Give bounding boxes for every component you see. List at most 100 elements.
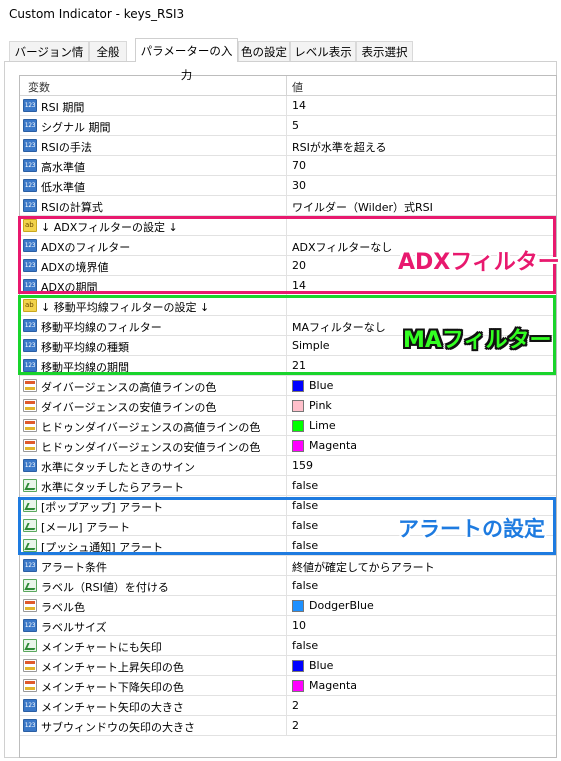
- color-swatch[interactable]: [292, 440, 304, 452]
- parameter-value[interactable]: Blue: [309, 379, 333, 392]
- tab-colors[interactable]: 色の設定: [238, 41, 290, 61]
- parameter-row[interactable]: ヒドゥンダイバージェンスの安値ラインの色 Magenta: [20, 436, 556, 456]
- parameter-value[interactable]: 10: [292, 619, 306, 632]
- parameter-row[interactable]: 高水準値 70: [20, 156, 556, 176]
- bool-icon: [23, 479, 37, 492]
- parameter-value[interactable]: false: [292, 479, 318, 492]
- parameter-name: ラベルサイズ: [41, 621, 107, 634]
- int-icon: [23, 459, 37, 472]
- color-icon: [23, 659, 37, 672]
- int-icon: [23, 699, 37, 712]
- parameter-value[interactable]: false: [292, 639, 318, 652]
- parameter-value[interactable]: DodgerBlue: [309, 599, 374, 612]
- header-value: 値: [292, 81, 303, 94]
- title-bar: Custom Indicator - keys_RSI3: [0, 0, 561, 32]
- parameter-row[interactable]: ラベルサイズ 10: [20, 616, 556, 636]
- int-icon: [23, 619, 37, 632]
- parameter-value[interactable]: 2: [292, 699, 299, 712]
- parameter-name: メインチャートにも矢印: [41, 641, 162, 654]
- color-swatch[interactable]: [292, 400, 304, 412]
- parameter-name: RSIの計算式: [41, 201, 103, 214]
- parameter-name: RSI 期間: [41, 101, 85, 114]
- parameter-row[interactable]: ダイバージェンスの高値ラインの色 Blue: [20, 376, 556, 396]
- bool-icon: [23, 579, 37, 592]
- color-icon: [23, 679, 37, 692]
- parameter-name: ラベル色: [41, 601, 85, 614]
- parameter-row[interactable]: 水準にタッチしたときのサイン 159: [20, 456, 556, 476]
- color-swatch[interactable]: [292, 420, 304, 432]
- int-icon: [23, 139, 37, 152]
- color-swatch[interactable]: [292, 600, 304, 612]
- parameter-row[interactable]: 水準にタッチしたらアラート false: [20, 476, 556, 496]
- parameter-value[interactable]: 14: [292, 99, 306, 112]
- parameter-row[interactable]: メインチャートにも矢印 false: [20, 636, 556, 656]
- parameter-value[interactable]: 2: [292, 719, 299, 732]
- parameter-row[interactable]: 低水準値 30: [20, 176, 556, 196]
- parameter-row[interactable]: ダイバージェンスの安値ラインの色 Pink: [20, 396, 556, 416]
- parameter-row[interactable]: ヒドゥンダイバージェンスの高値ラインの色 Lime: [20, 416, 556, 436]
- parameter-value[interactable]: RSIが水準を超える: [292, 139, 387, 155]
- bool-icon: [23, 639, 37, 652]
- parameter-name: 水準にタッチしたらアラート: [41, 481, 184, 494]
- parameter-row[interactable]: シグナル 期間 5: [20, 116, 556, 136]
- parameter-name: メインチャート矢印の大きさ: [41, 701, 184, 714]
- adx-filter-annotation: ADXフィルター: [398, 250, 560, 275]
- parameter-row[interactable]: サブウィンドウの矢印の大きさ 2: [20, 716, 556, 736]
- alert-settings-annotation: アラートの設定: [398, 517, 545, 541]
- color-icon: [23, 439, 37, 452]
- color-icon: [23, 419, 37, 432]
- color-icon: [23, 599, 37, 612]
- parameter-name: RSIの手法: [41, 141, 92, 154]
- header-variable: 変数: [28, 81, 50, 94]
- parameter-name: アラート条件: [41, 561, 107, 574]
- color-swatch[interactable]: [292, 660, 304, 672]
- parameter-value[interactable]: 5: [292, 119, 299, 132]
- int-icon: [23, 119, 37, 132]
- parameter-row[interactable]: RSIの手法 RSIが水準を超える: [20, 136, 556, 156]
- tab-version-info[interactable]: バージョン情報: [9, 41, 89, 79]
- int-icon: [23, 159, 37, 172]
- parameter-name: 水準にタッチしたときのサイン: [41, 461, 195, 474]
- parameter-row[interactable]: RSIの計算式 ワイルダー（Wilder）式RSI: [20, 196, 556, 216]
- parameter-row[interactable]: メインチャート下降矢印の色 Magenta: [20, 676, 556, 696]
- parameter-value[interactable]: Magenta: [309, 679, 357, 692]
- color-icon: [23, 379, 37, 392]
- tab-bar: バージョン情報 全般 パラメーターの入力 色の設定 レベル表示 表示選択: [0, 38, 561, 82]
- grid-header: 変数 値: [20, 76, 556, 96]
- parameter-value[interactable]: Pink: [309, 399, 332, 412]
- parameter-name: メインチャート上昇矢印の色: [41, 661, 184, 674]
- int-icon: [23, 99, 37, 112]
- parameter-name: 高水準値: [41, 161, 85, 174]
- parameter-name: ヒドゥンダイバージェンスの高値ラインの色: [41, 421, 261, 434]
- parameter-name: ヒドゥンダイバージェンスの安値ラインの色: [41, 441, 261, 454]
- tab-visualization[interactable]: 表示選択: [356, 41, 413, 61]
- parameter-value[interactable]: Magenta: [309, 439, 357, 452]
- tab-input-parameters[interactable]: パラメーターの入力: [135, 38, 238, 82]
- color-swatch[interactable]: [292, 380, 304, 392]
- parameter-row[interactable]: RSI 期間 14: [20, 96, 556, 116]
- parameter-value[interactable]: 159: [292, 459, 313, 472]
- parameter-name: ダイバージェンスの安値ラインの色: [41, 401, 217, 414]
- parameter-name: サブウィンドウの矢印の大きさ: [41, 721, 195, 734]
- int-icon: [23, 719, 37, 732]
- parameter-value[interactable]: Blue: [309, 659, 333, 672]
- parameter-row[interactable]: メインチャート上昇矢印の色 Blue: [20, 656, 556, 676]
- parameter-row[interactable]: アラート条件 終値が確定してからアラート: [20, 556, 556, 576]
- parameter-value[interactable]: 終値が確定してからアラート: [292, 559, 435, 575]
- tab-general[interactable]: 全般: [89, 41, 127, 61]
- parameter-value[interactable]: 70: [292, 159, 306, 172]
- ma-filter-annotation: MAフィルター: [403, 328, 552, 353]
- parameter-value[interactable]: false: [292, 579, 318, 592]
- window-title: Custom Indicator - keys_RSI3: [9, 7, 185, 21]
- parameter-value[interactable]: Lime: [309, 419, 336, 432]
- parameter-row[interactable]: メインチャート矢印の大きさ 2: [20, 696, 556, 716]
- parameter-value[interactable]: ワイルダー（Wilder）式RSI: [292, 199, 433, 215]
- color-swatch[interactable]: [292, 680, 304, 692]
- parameter-row[interactable]: ラベル色 DodgerBlue: [20, 596, 556, 616]
- parameter-value[interactable]: 30: [292, 179, 306, 192]
- tab-levels[interactable]: レベル表示: [290, 41, 356, 61]
- int-icon: [23, 199, 37, 212]
- parameter-row[interactable]: ラベル（RSI値）を付ける false: [20, 576, 556, 596]
- int-icon: [23, 179, 37, 192]
- parameter-name: ラベル（RSI値）を付ける: [41, 581, 169, 594]
